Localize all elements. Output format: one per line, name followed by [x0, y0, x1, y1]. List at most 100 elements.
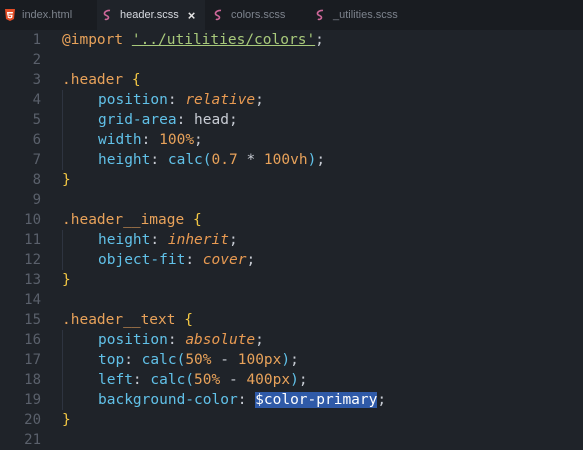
semicolon: ; — [228, 232, 238, 248]
import-keyword: @import — [62, 32, 124, 48]
brace: { — [184, 312, 193, 328]
line-number: 6 — [32, 132, 41, 148]
semicolon: ; — [246, 252, 256, 268]
property: width — [98, 132, 142, 148]
tab-index-html[interactable]: index.html — [0, 0, 90, 30]
colon: : — [237, 392, 247, 408]
line-number: 1 — [32, 32, 41, 48]
number: 400px — [246, 372, 291, 388]
property: position — [98, 92, 168, 108]
code-line: @import '../utilities/colors'; — [62, 30, 324, 50]
sass-icon — [103, 9, 111, 21]
number: 100vh — [263, 152, 308, 168]
line-number: 17 — [24, 352, 41, 368]
brace: } — [62, 172, 71, 188]
value: inherit — [167, 232, 229, 248]
colon: : — [141, 132, 151, 148]
paren: ) — [290, 372, 299, 388]
property: object-fit — [98, 252, 186, 268]
line-number: 5 — [32, 112, 41, 128]
selected-variable[interactable]: $color-primary — [255, 392, 378, 408]
tab-header-scss[interactable]: header.scss × — [97, 0, 205, 30]
colon: : — [150, 152, 160, 168]
line-number: 9 — [32, 192, 41, 208]
value: head — [194, 112, 229, 128]
property: height — [98, 232, 151, 248]
semicolon: ; — [298, 372, 308, 388]
code-line: left: calc(50% - 400px); — [62, 370, 308, 390]
semicolon: ; — [315, 32, 324, 48]
semicolon: ; — [194, 132, 203, 148]
selector: .header — [62, 72, 124, 88]
selector: .header__text — [62, 312, 176, 328]
html5-icon — [5, 9, 15, 21]
line-number: 11 — [24, 232, 41, 248]
tab-bar: index.html header.scss × colors.scss _ut… — [0, 0, 583, 30]
property: left — [98, 372, 133, 388]
code-line: } — [62, 170, 71, 190]
number: 50% — [185, 352, 212, 368]
line-number: 13 — [24, 272, 41, 288]
code-line: .header { — [62, 70, 141, 90]
semicolon: ; — [255, 92, 264, 108]
operator: * — [237, 152, 264, 168]
number: 50% — [194, 372, 221, 388]
close-icon[interactable]: × — [188, 8, 196, 23]
colon: : — [132, 372, 142, 388]
line-number: 7 — [32, 152, 41, 168]
paren: ) — [307, 152, 317, 168]
tab-label: _utilities.scss — [333, 9, 398, 21]
code-line: .header__text { — [62, 310, 193, 330]
tab-utilities-scss[interactable]: _utilities.scss — [313, 0, 423, 30]
property: top — [98, 352, 125, 368]
colon: : — [167, 92, 177, 108]
paren: ) — [281, 352, 291, 368]
function-name: calc( — [167, 152, 212, 168]
code-line: .header__image { — [62, 210, 202, 230]
code-line: position: relative; — [62, 90, 264, 110]
brace: } — [62, 272, 71, 288]
colon: : — [176, 112, 186, 128]
brace: } — [62, 412, 71, 428]
tab-colors-scss[interactable]: colors.scss — [209, 0, 309, 30]
number: 0.7 — [211, 152, 238, 168]
code-line: height: inherit; — [62, 230, 238, 250]
line-number: 12 — [24, 252, 41, 268]
selector: .header__image — [62, 212, 185, 228]
value: 100% — [159, 132, 195, 148]
sass-icon — [214, 9, 222, 21]
line-number: 4 — [32, 92, 41, 108]
line-number: 14 — [24, 292, 41, 308]
import-path: '../utilities/colors' — [131, 32, 316, 48]
sass-icon — [316, 9, 324, 21]
code-line: background-color: $color-primary; — [62, 390, 386, 410]
colon: : — [185, 252, 195, 268]
semicolon: ; — [290, 352, 299, 368]
tab-label: header.scss — [120, 9, 179, 21]
line-number: 10 — [24, 212, 41, 228]
code-line: object-fit: cover; — [62, 250, 255, 270]
line-number: 3 — [32, 72, 41, 88]
number: 100px — [237, 352, 282, 368]
line-number: 18 — [24, 372, 41, 388]
function-name: calc( — [141, 352, 186, 368]
code-line: position: absolute; — [62, 330, 264, 350]
value: absolute — [185, 332, 256, 348]
colon: : — [124, 352, 133, 368]
line-number: 8 — [32, 172, 41, 188]
code-line: top: calc(50% - 100px); — [62, 350, 299, 370]
property: background-color — [98, 392, 238, 408]
value: cover — [202, 252, 247, 268]
line-number: 2 — [32, 52, 41, 68]
tab-label: colors.scss — [231, 9, 286, 21]
code-line: } — [62, 270, 71, 290]
colon: : — [150, 232, 160, 248]
line-number: 19 — [24, 392, 41, 408]
line-number: 16 — [24, 332, 41, 348]
code-line: grid-area: head; — [62, 110, 238, 130]
code-line: width: 100%; — [62, 130, 203, 150]
code-editor[interactable]: 1 2 3 4 5 6 7 8 9 10 11 12 13 14 15 16 1… — [0, 30, 583, 448]
property: position — [98, 332, 168, 348]
line-number: 15 — [24, 312, 41, 328]
tab-label: index.html — [22, 9, 73, 21]
